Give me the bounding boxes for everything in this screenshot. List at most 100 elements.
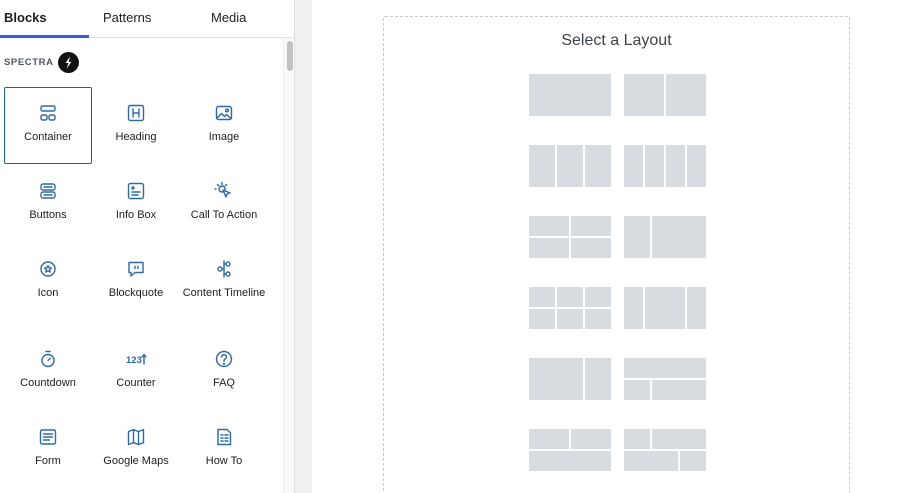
block-item-how-to[interactable]: How To (180, 411, 268, 488)
block-label: Buttons (29, 209, 67, 221)
info-box-icon (93, 180, 179, 202)
layout-option[interactable] (624, 145, 706, 187)
tab-blocks[interactable]: Blocks (4, 0, 47, 38)
block-item-container[interactable]: Container (4, 87, 92, 164)
layout-option[interactable] (529, 216, 611, 258)
svg-text:123: 123 (126, 355, 142, 366)
layout-column (645, 287, 685, 329)
layout-column (652, 380, 706, 400)
layout-column (585, 309, 611, 329)
layout-column (529, 287, 555, 307)
icon-block-icon (5, 258, 91, 280)
block-label: How To (205, 455, 243, 467)
heading-icon (93, 102, 179, 124)
block-item-icon[interactable]: Icon (4, 243, 92, 320)
tab-media[interactable]: Media (211, 0, 246, 38)
block-label: Image (208, 131, 240, 143)
layout-option[interactable] (624, 74, 706, 116)
layout-column (652, 216, 706, 258)
google-maps-icon (93, 426, 179, 448)
layout-option[interactable] (529, 429, 611, 471)
layout-column (624, 451, 678, 471)
block-item-countdown[interactable]: Countdown (4, 333, 92, 410)
layout-column (687, 287, 706, 329)
layout-column (529, 451, 611, 471)
block-item-call-to-action[interactable]: Call To Action (180, 165, 268, 242)
block-inserter-panel: Blocks Patterns Media SPECTRA Container H… (0, 0, 295, 493)
layout-column (585, 287, 611, 307)
layout-column (687, 145, 706, 187)
layout-option[interactable] (624, 216, 706, 258)
block-label: Call To Action (190, 209, 258, 221)
layout-placeholder: Select a Layout (383, 16, 850, 493)
layout-option[interactable] (529, 287, 611, 329)
block-label: Info Box (115, 209, 157, 221)
layout-option[interactable] (529, 74, 611, 116)
layout-column (529, 238, 569, 258)
layout-column (557, 287, 583, 307)
buttons-icon (5, 180, 91, 202)
block-item-google-maps[interactable]: Google Maps (92, 411, 180, 488)
block-label: Blockquote (108, 287, 164, 299)
block-item-counter[interactable]: 123 Counter (92, 333, 180, 410)
layout-column (624, 287, 643, 329)
layout-column (645, 145, 664, 187)
layout-column (666, 74, 706, 116)
block-label: Content Timeline (182, 287, 266, 299)
scrollbar-thumb[interactable] (287, 41, 293, 71)
block-item-image[interactable]: Image (180, 87, 268, 164)
layout-column (571, 216, 611, 236)
active-tab-indicator (0, 35, 89, 38)
layout-column (529, 429, 569, 449)
layout-column (680, 451, 706, 471)
layout-column (557, 309, 583, 329)
block-item-content-timeline[interactable]: Content Timeline (180, 243, 268, 320)
layout-column (624, 380, 650, 400)
layout-column (529, 358, 583, 400)
editor-canvas: Select a Layout (312, 0, 900, 493)
counter-icon: 123 (93, 348, 179, 370)
layout-column (557, 145, 583, 187)
layout-column (624, 74, 664, 116)
layout-column (666, 145, 685, 187)
layout-column (624, 145, 643, 187)
layout-column (585, 358, 611, 400)
layout-column (571, 238, 611, 258)
inserter-tabs: Blocks Patterns Media (0, 0, 294, 38)
how-to-icon (181, 426, 267, 448)
faq-icon (181, 348, 267, 370)
layout-column (571, 429, 611, 449)
layout-option[interactable] (624, 358, 706, 400)
block-label: FAQ (212, 377, 235, 389)
panel-scrollbar[interactable] (283, 38, 294, 493)
layout-option[interactable] (529, 145, 611, 187)
countdown-icon (5, 348, 91, 370)
spectra-logo-icon (58, 52, 79, 73)
layout-column (529, 216, 569, 236)
layout-option[interactable] (624, 429, 706, 471)
block-item-blockquote[interactable]: Blockquote (92, 243, 180, 320)
block-item-info-box[interactable]: Info Box (92, 165, 180, 242)
container-icon (5, 102, 91, 124)
block-label: Form (35, 455, 61, 467)
blockquote-icon (93, 258, 179, 280)
call-to-action-icon (181, 180, 267, 202)
block-item-faq[interactable]: FAQ (180, 333, 268, 410)
block-label: Heading (115, 131, 157, 143)
tab-patterns[interactable]: Patterns (103, 0, 151, 38)
layout-column (624, 358, 706, 378)
layout-option[interactable] (529, 358, 611, 400)
block-label: Google Maps (103, 455, 169, 467)
layout-column (529, 145, 555, 187)
image-icon (181, 102, 267, 124)
content-timeline-icon (181, 258, 267, 280)
block-item-buttons[interactable]: Buttons (4, 165, 92, 242)
block-label: Countdown (20, 377, 76, 389)
layout-option[interactable] (624, 287, 706, 329)
block-item-heading[interactable]: Heading (92, 87, 180, 164)
layout-column (585, 145, 611, 187)
layout-column (624, 216, 650, 258)
block-item-form[interactable]: Form (4, 411, 92, 488)
layout-title: Select a Layout (561, 32, 672, 49)
block-label: Icon (37, 287, 59, 299)
